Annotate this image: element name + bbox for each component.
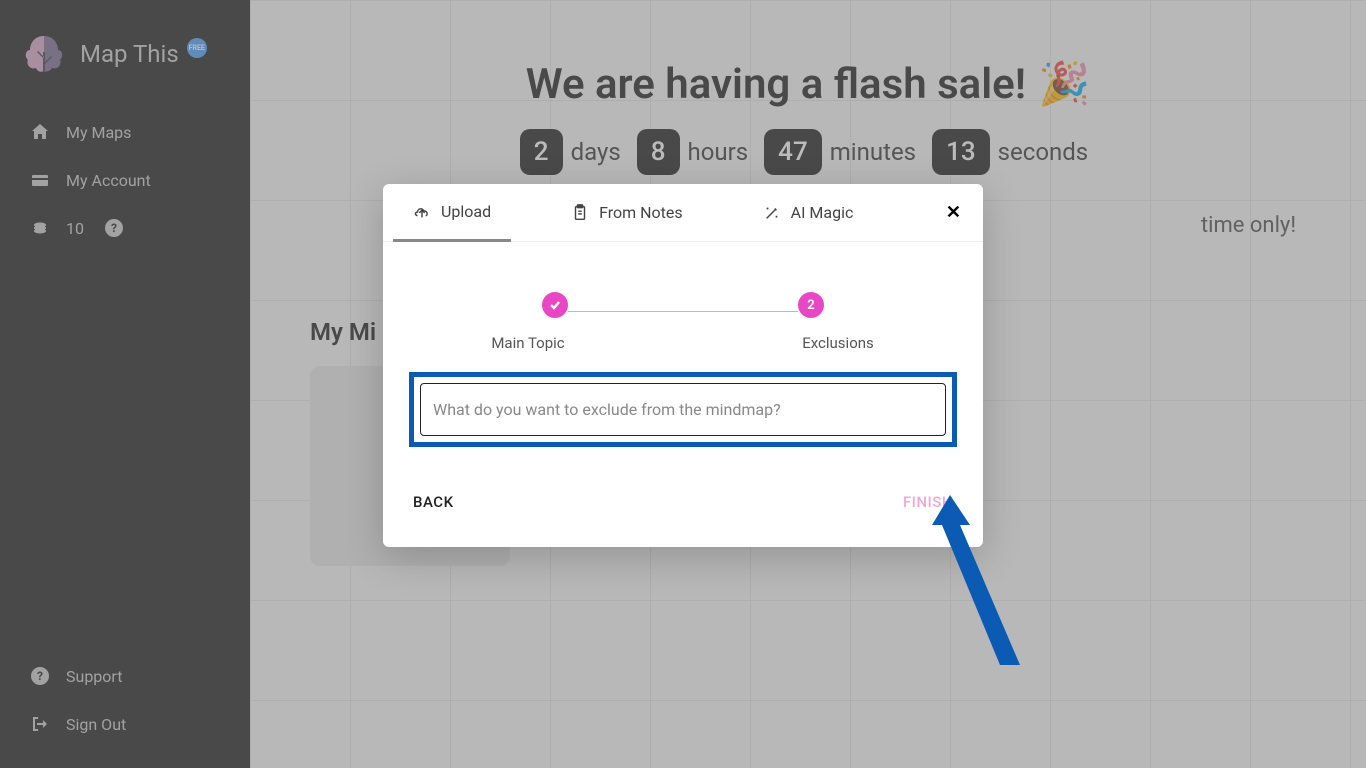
exclusion-input[interactable] bbox=[420, 383, 946, 436]
tab-ai-magic[interactable]: AI Magic bbox=[743, 185, 874, 240]
modal-body: 2 Main Topic Exclusions bbox=[383, 242, 983, 477]
tab-label: From Notes bbox=[599, 203, 683, 222]
tab-upload[interactable]: Upload bbox=[393, 184, 511, 242]
tab-label: Upload bbox=[441, 202, 491, 221]
finish-button[interactable]: FINISH bbox=[903, 493, 953, 511]
back-button[interactable]: BACK bbox=[413, 493, 454, 511]
step-1-complete bbox=[542, 292, 568, 318]
create-map-modal: Upload From Notes AI Magic ✕ 2 Main Topi… bbox=[383, 184, 983, 547]
modal-actions: BACK FINISH bbox=[383, 477, 983, 547]
close-button[interactable]: ✕ bbox=[934, 184, 973, 241]
clipboard-icon bbox=[571, 204, 589, 222]
step-labels: Main Topic Exclusions bbox=[403, 334, 963, 352]
magic-wand-icon bbox=[763, 204, 781, 222]
cloud-upload-icon bbox=[413, 203, 431, 221]
stepper: 2 bbox=[403, 292, 963, 318]
tab-from-notes[interactable]: From Notes bbox=[551, 185, 703, 240]
tab-label: AI Magic bbox=[791, 203, 854, 222]
step-connector bbox=[568, 311, 798, 312]
step-2-active: 2 bbox=[798, 292, 824, 318]
step-2-label: Exclusions bbox=[768, 334, 908, 352]
modal-tabs: Upload From Notes AI Magic ✕ bbox=[383, 184, 983, 242]
exclusion-input-highlight bbox=[409, 372, 957, 447]
close-icon: ✕ bbox=[946, 202, 961, 223]
step-1-label: Main Topic bbox=[458, 334, 598, 352]
